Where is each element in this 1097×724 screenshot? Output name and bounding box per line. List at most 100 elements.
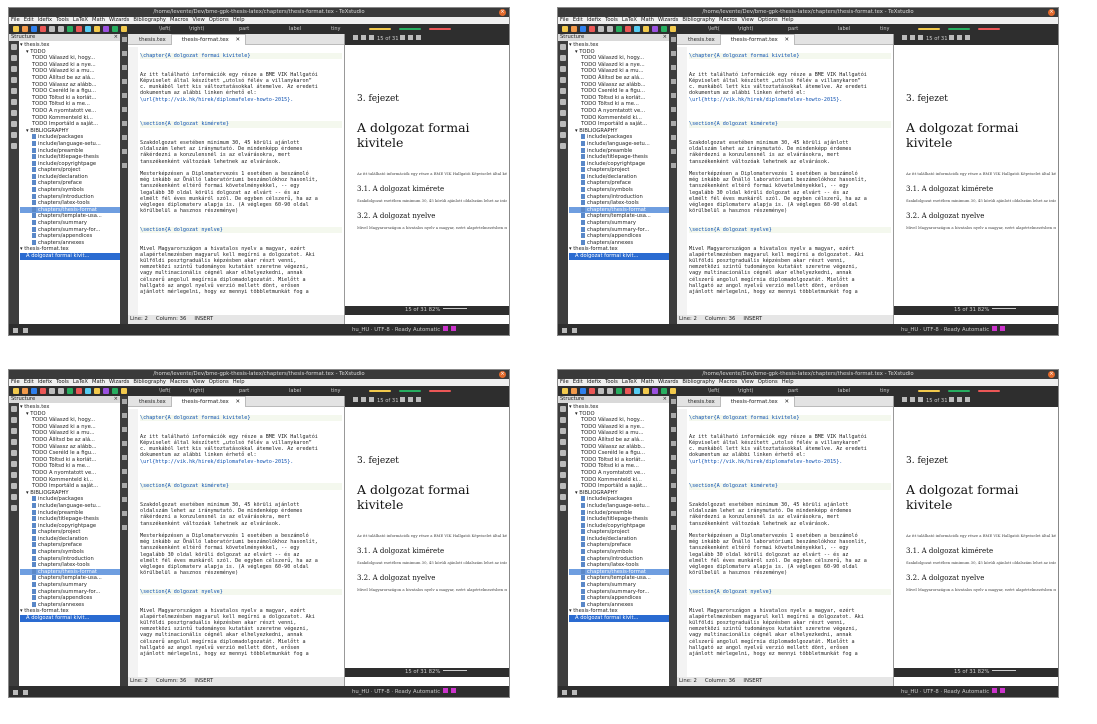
toolbar-button-icon[interactable] (13, 26, 19, 32)
toolbar-button-icon[interactable] (76, 26, 82, 32)
structure-item[interactable]: chapters/project (569, 529, 669, 536)
structure-item[interactable]: TODO Válaszd ki a mu... (569, 68, 669, 75)
toolbar-button-icon[interactable] (94, 26, 100, 32)
structure-item[interactable]: chapters/latex-tools (569, 200, 669, 207)
toolbar-button-icon[interactable] (643, 388, 649, 394)
close-icon[interactable]: × (663, 34, 667, 41)
symbol-icon[interactable] (11, 494, 17, 500)
menu-item[interactable]: Edit (24, 17, 34, 23)
fold-icon[interactable] (670, 51, 676, 56)
editor[interactable]: thesis.tex thesis-format.tex ✕ \chapter{A… (677, 34, 893, 315)
fold-icon[interactable] (670, 149, 676, 154)
color-bar-icon[interactable] (399, 390, 421, 392)
fold-icon[interactable] (121, 441, 127, 446)
structure-item[interactable]: TODO Töltsd ki a me... (569, 463, 669, 470)
structure-item[interactable]: include/preamble (20, 147, 120, 155)
structure-item[interactable]: ▾ thesis.tex (569, 42, 669, 49)
fold-icon[interactable] (121, 135, 127, 140)
structure-item[interactable]: include/packages (20, 134, 120, 141)
structure-item[interactable]: chapters/appendices (569, 595, 669, 602)
size-dropdown[interactable]: tiny (880, 387, 889, 395)
structure-item[interactable]: include/titlepage-thesis (20, 516, 120, 523)
symbol-icon[interactable] (11, 143, 17, 149)
toolbar-button-icon[interactable] (49, 26, 55, 32)
menu-item[interactable]: LaTeX (622, 379, 637, 385)
color-bar-icon[interactable] (369, 28, 391, 30)
structure-item[interactable]: TODO Válaszd ki a mu... (569, 430, 669, 437)
view-icon[interactable] (400, 397, 406, 402)
structure-item[interactable]: chapters/summary (20, 582, 120, 589)
symbol-icon[interactable] (11, 505, 17, 511)
fold-icon[interactable] (670, 511, 676, 516)
toolbar-button-icon[interactable] (598, 26, 604, 32)
menu-item[interactable]: Bibliography (682, 379, 715, 385)
fold-icon[interactable] (670, 107, 676, 112)
panel-icon[interactable] (562, 690, 567, 695)
fold-icon[interactable] (670, 469, 676, 474)
symbol-icon[interactable] (11, 110, 17, 116)
color-bar-icon[interactable] (978, 28, 1000, 30)
zoom-level[interactable]: 82% (978, 307, 990, 313)
panel-icon[interactable] (13, 328, 18, 333)
toolbar-button-icon[interactable] (85, 26, 91, 32)
label-dropdown[interactable]: label (289, 25, 301, 33)
menu-item[interactable]: Wizards (658, 379, 678, 385)
structure-item[interactable]: TODO A nyomtatott ve... (569, 470, 669, 477)
symbol-icon[interactable] (11, 77, 17, 83)
menu-item[interactable]: Options (209, 17, 229, 23)
menu-item[interactable]: Options (758, 17, 778, 23)
structure-item[interactable]: chapters/thesis-format (20, 206, 120, 214)
prev-icon[interactable] (361, 397, 366, 402)
menu-item[interactable]: Idefix (38, 379, 52, 385)
symbol-icon[interactable] (560, 66, 566, 72)
structure-item[interactable]: chapters/project (20, 529, 120, 536)
menu-item[interactable]: Bibliography (133, 379, 166, 385)
structure-item[interactable]: include/copyrightpage (20, 160, 120, 168)
structure-item[interactable]: include/preamble (569, 509, 669, 517)
left-paren-button[interactable]: \left( (159, 387, 171, 395)
symbol-icon[interactable] (11, 88, 17, 94)
menu-item[interactable]: File (560, 379, 569, 385)
fold-icon[interactable] (121, 149, 127, 154)
menu-item[interactable]: Options (758, 379, 778, 385)
structure-item[interactable]: include/declaration (569, 535, 669, 543)
toolbar-button-icon[interactable] (76, 388, 82, 394)
part-dropdown[interactable]: part (788, 25, 798, 33)
symbol-icon[interactable] (11, 428, 17, 434)
fold-icon[interactable] (121, 483, 127, 488)
right-paren-button[interactable]: \right) (189, 387, 204, 395)
zoom-slider[interactable] (443, 308, 468, 309)
structure-item[interactable]: chapters/appendices (20, 233, 120, 240)
left-paren-button[interactable]: \left( (159, 25, 171, 33)
encoding[interactable]: UTF-8 (374, 689, 389, 695)
language[interactable]: hu_HU (352, 327, 369, 333)
menu-item[interactable]: Wizards (109, 379, 129, 385)
structure-item[interactable]: chapters/thesis-format (569, 568, 669, 576)
view-icon[interactable] (416, 397, 422, 402)
structure-item[interactable]: TODO Cseréld le a figu... (569, 88, 669, 95)
structure-item[interactable]: ▾ BIBLIOGRAPHY (569, 490, 669, 497)
size-dropdown[interactable]: tiny (331, 387, 340, 395)
toolbar-button-icon[interactable] (22, 388, 28, 394)
menu-item[interactable]: Macros (170, 379, 188, 385)
toolbar-button-icon[interactable] (607, 26, 613, 32)
toolbar-button-icon[interactable] (580, 26, 586, 32)
close-icon[interactable]: × (1048, 371, 1055, 378)
structure-item[interactable]: TODO Importáld a saját... (20, 121, 120, 128)
toolbar-button-icon[interactable] (40, 26, 46, 32)
color-bar-icon[interactable] (369, 390, 391, 392)
view-icon[interactable] (965, 35, 971, 40)
menu-item[interactable]: Bibliography (133, 17, 166, 23)
auto-status[interactable]: Automatic (962, 327, 989, 333)
structure-item[interactable]: TODO Cseréld le a figu... (20, 450, 120, 457)
menu-item[interactable]: Tools (605, 379, 618, 385)
structure-item[interactable]: chapters/thesis-format (569, 206, 669, 214)
prev-icon[interactable] (910, 35, 915, 40)
toolbar-button-icon[interactable] (616, 388, 622, 394)
structure-item[interactable]: include/copyrightpage (569, 522, 669, 530)
structure-item[interactable]: TODO Töltsd ki a korlát... (20, 95, 120, 102)
structure-item[interactable]: TODO Válaszd ki, hogy... (20, 55, 120, 62)
structure-item[interactable]: include/copyrightpage (20, 522, 120, 530)
menu-item[interactable]: LaTeX (73, 379, 88, 385)
toolbar-button-icon[interactable] (121, 26, 127, 32)
